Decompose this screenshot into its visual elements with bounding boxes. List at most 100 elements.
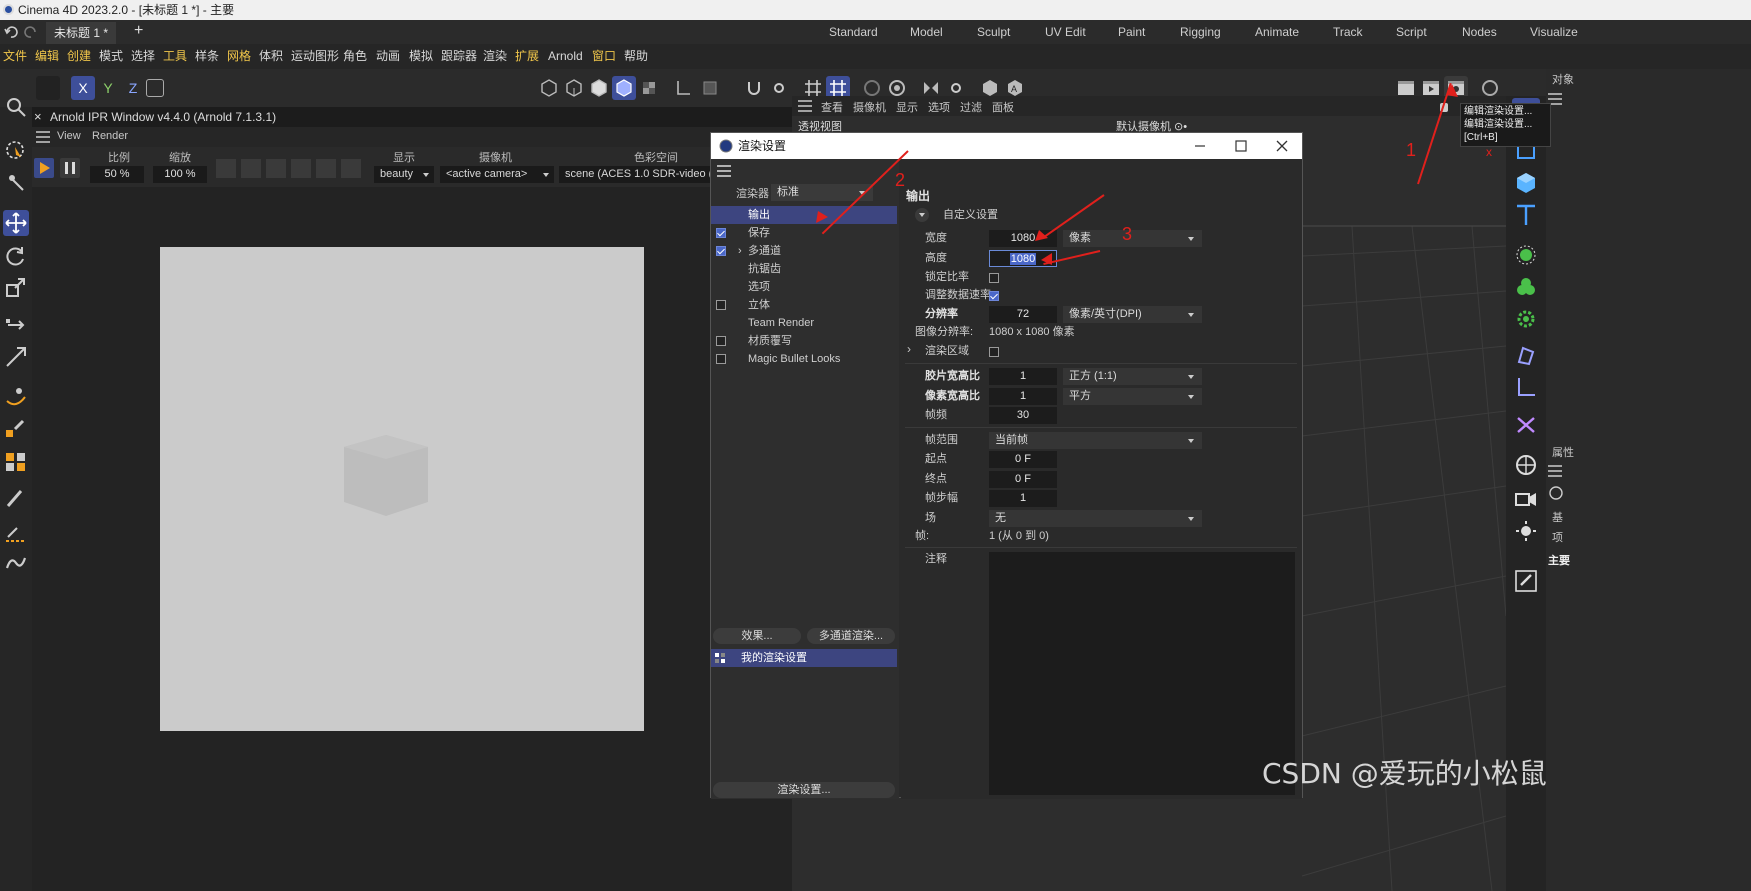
brush-tool-icon[interactable] bbox=[3, 485, 29, 511]
film-aspect-field[interactable]: 1 bbox=[989, 368, 1057, 385]
ipr-pause-button[interactable] bbox=[60, 158, 80, 178]
edges-mode-icon[interactable] bbox=[562, 76, 586, 100]
maximize-icon[interactable] bbox=[1235, 140, 1247, 152]
pixel-aspect-dropdown[interactable]: 平方 bbox=[1063, 388, 1202, 405]
magic-bullet-checkbox[interactable] bbox=[716, 354, 726, 364]
arnold-close-button[interactable]: × bbox=[34, 107, 42, 127]
layout-tab-uv-edit[interactable]: UV Edit bbox=[1045, 20, 1086, 44]
workplane-icon[interactable] bbox=[698, 76, 722, 100]
size-unit-dropdown[interactable]: 像素 bbox=[1063, 230, 1202, 247]
undo-icon[interactable] bbox=[4, 25, 18, 39]
menu-select[interactable]: 选择 bbox=[131, 44, 155, 69]
cubes-tool-icon[interactable] bbox=[3, 449, 29, 475]
menu-mode[interactable]: 模式 bbox=[99, 44, 123, 69]
attributes-project-tab[interactable]: 项 bbox=[1552, 529, 1563, 545]
menu-file[interactable]: 文件 bbox=[3, 44, 27, 69]
attributes-hamburger-icon[interactable] bbox=[1548, 465, 1562, 477]
coordinate-system-icon[interactable] bbox=[146, 79, 164, 97]
tree-item-material-override[interactable]: 材质覆写 bbox=[711, 332, 897, 350]
menu-render[interactable]: 渲染 bbox=[483, 44, 507, 69]
crop-icon[interactable] bbox=[316, 159, 336, 178]
layout-tab-model[interactable]: Model bbox=[910, 20, 943, 44]
expand-arrow-icon[interactable]: › bbox=[738, 242, 742, 260]
layout-tab-standard[interactable]: Standard bbox=[829, 20, 878, 44]
attributes-basic-tab[interactable]: 基 bbox=[1552, 509, 1563, 525]
viewport-hamburger-icon[interactable] bbox=[798, 100, 812, 112]
layout-tab-paint[interactable]: Paint bbox=[1118, 20, 1145, 44]
frame-step-field[interactable]: 1 bbox=[989, 490, 1057, 507]
layout-tab-animate[interactable]: Animate bbox=[1255, 20, 1299, 44]
axis-mode-icon[interactable] bbox=[671, 76, 695, 100]
clear-icon[interactable] bbox=[341, 159, 361, 178]
tree-item-stereo[interactable]: 立体 bbox=[711, 296, 897, 314]
transfer-tool-icon[interactable] bbox=[3, 312, 29, 338]
objects-tab[interactable]: 对象 bbox=[1552, 71, 1574, 87]
frame-rate-field[interactable]: 30 bbox=[989, 407, 1057, 424]
material-tag-icon[interactable] bbox=[1512, 568, 1540, 594]
lock-ratio-checkbox[interactable] bbox=[989, 273, 999, 283]
layout-tab-sculpt[interactable]: Sculpt bbox=[977, 20, 1010, 44]
snapshot-icon[interactable] bbox=[216, 159, 236, 178]
effector-object-icon[interactable] bbox=[1512, 306, 1540, 332]
film-aspect-dropdown[interactable]: 正方 (1:1) bbox=[1063, 368, 1202, 385]
spline-pen-icon[interactable] bbox=[3, 383, 29, 409]
document-tab[interactable]: 未标题 1 * bbox=[46, 22, 117, 44]
menu-extensions[interactable]: 扩展 bbox=[515, 44, 539, 69]
layout-tab-rigging[interactable]: Rigging bbox=[1180, 20, 1221, 44]
viewport-solo-icon[interactable] bbox=[36, 76, 60, 100]
viewport-menu-options[interactable]: 选项 bbox=[928, 99, 950, 115]
viewport-menu-camera[interactable]: 摄像机 bbox=[853, 99, 886, 115]
menu-mograph[interactable]: 运动图形 bbox=[291, 44, 339, 69]
save-checkbox[interactable] bbox=[716, 228, 726, 238]
camera-object-icon[interactable] bbox=[1512, 486, 1540, 512]
tree-item-options[interactable]: 选项 bbox=[711, 278, 897, 296]
tree-item-magic-bullet[interactable]: Magic Bullet Looks bbox=[711, 350, 897, 368]
scale-field[interactable]: 50 % bbox=[90, 166, 144, 183]
collapse-toggle-icon[interactable] bbox=[915, 208, 929, 222]
layout-tab-nodes[interactable]: Nodes bbox=[1462, 20, 1497, 44]
menu-animation[interactable]: 动画 bbox=[376, 44, 400, 69]
tree-item-multipass[interactable]: › 多通道 bbox=[711, 242, 897, 260]
cloner-object-icon[interactable] bbox=[1512, 242, 1540, 268]
field-object-icon[interactable] bbox=[1512, 412, 1540, 438]
debug-shading-icon[interactable] bbox=[291, 159, 311, 178]
menu-simulate[interactable]: 模拟 bbox=[409, 44, 433, 69]
effects-button[interactable]: 效果... bbox=[713, 628, 801, 644]
scale-tool-icon[interactable] bbox=[3, 275, 29, 301]
material-override-checkbox[interactable] bbox=[716, 336, 726, 346]
minimize-icon[interactable] bbox=[1194, 140, 1206, 152]
axis-y-lock-button[interactable]: Y bbox=[96, 76, 120, 100]
attributes-tab[interactable]: 属性 bbox=[1552, 444, 1574, 460]
field-dropdown[interactable]: 无 bbox=[989, 510, 1202, 527]
menu-spline[interactable]: 样条 bbox=[195, 44, 219, 69]
frame-range-dropdown[interactable]: 当前帧 bbox=[989, 432, 1202, 449]
layout-tab-visualize[interactable]: Visualize bbox=[1530, 20, 1578, 44]
notes-textarea[interactable] bbox=[989, 552, 1295, 795]
start-field[interactable]: 0 F bbox=[989, 451, 1057, 468]
menu-tracker[interactable]: 跟踪器 bbox=[441, 44, 477, 69]
null-axis-icon[interactable] bbox=[1512, 374, 1540, 400]
tree-item-antialiasing[interactable]: 抗锯齿 bbox=[711, 260, 897, 278]
adapt-data-rate-checkbox[interactable] bbox=[989, 291, 999, 301]
rotate-tool-icon[interactable] bbox=[3, 243, 29, 269]
pixel-aspect-field[interactable]: 1 bbox=[989, 388, 1057, 405]
render-settings-button[interactable]: 渲染设置... bbox=[713, 782, 895, 798]
new-document-button[interactable]: + bbox=[134, 22, 143, 40]
multipass-checkbox[interactable] bbox=[716, 246, 726, 256]
tree-item-output[interactable]: 输出 bbox=[711, 206, 897, 224]
menu-edit[interactable]: 编辑 bbox=[35, 44, 59, 69]
scale-points-icon[interactable] bbox=[3, 344, 29, 370]
light-object-icon[interactable] bbox=[1512, 518, 1540, 544]
fracture-object-icon[interactable] bbox=[1512, 274, 1540, 300]
ipr-play-button[interactable] bbox=[34, 158, 54, 178]
menu-arnold[interactable]: Arnold bbox=[548, 44, 583, 69]
render-region-checkbox[interactable] bbox=[989, 347, 999, 357]
viewport-menu-view[interactable]: 查看 bbox=[821, 99, 843, 115]
camera-dropdown[interactable]: <active camera> bbox=[440, 166, 554, 183]
arnold-menu-render[interactable]: Render bbox=[92, 130, 128, 142]
sketch-tool-icon[interactable] bbox=[3, 415, 29, 441]
deformer-object-icon[interactable] bbox=[1512, 342, 1540, 368]
zoom-field[interactable]: 100 % bbox=[153, 166, 207, 183]
close-icon[interactable] bbox=[1276, 140, 1288, 152]
display-dropdown[interactable]: beauty bbox=[374, 166, 434, 183]
